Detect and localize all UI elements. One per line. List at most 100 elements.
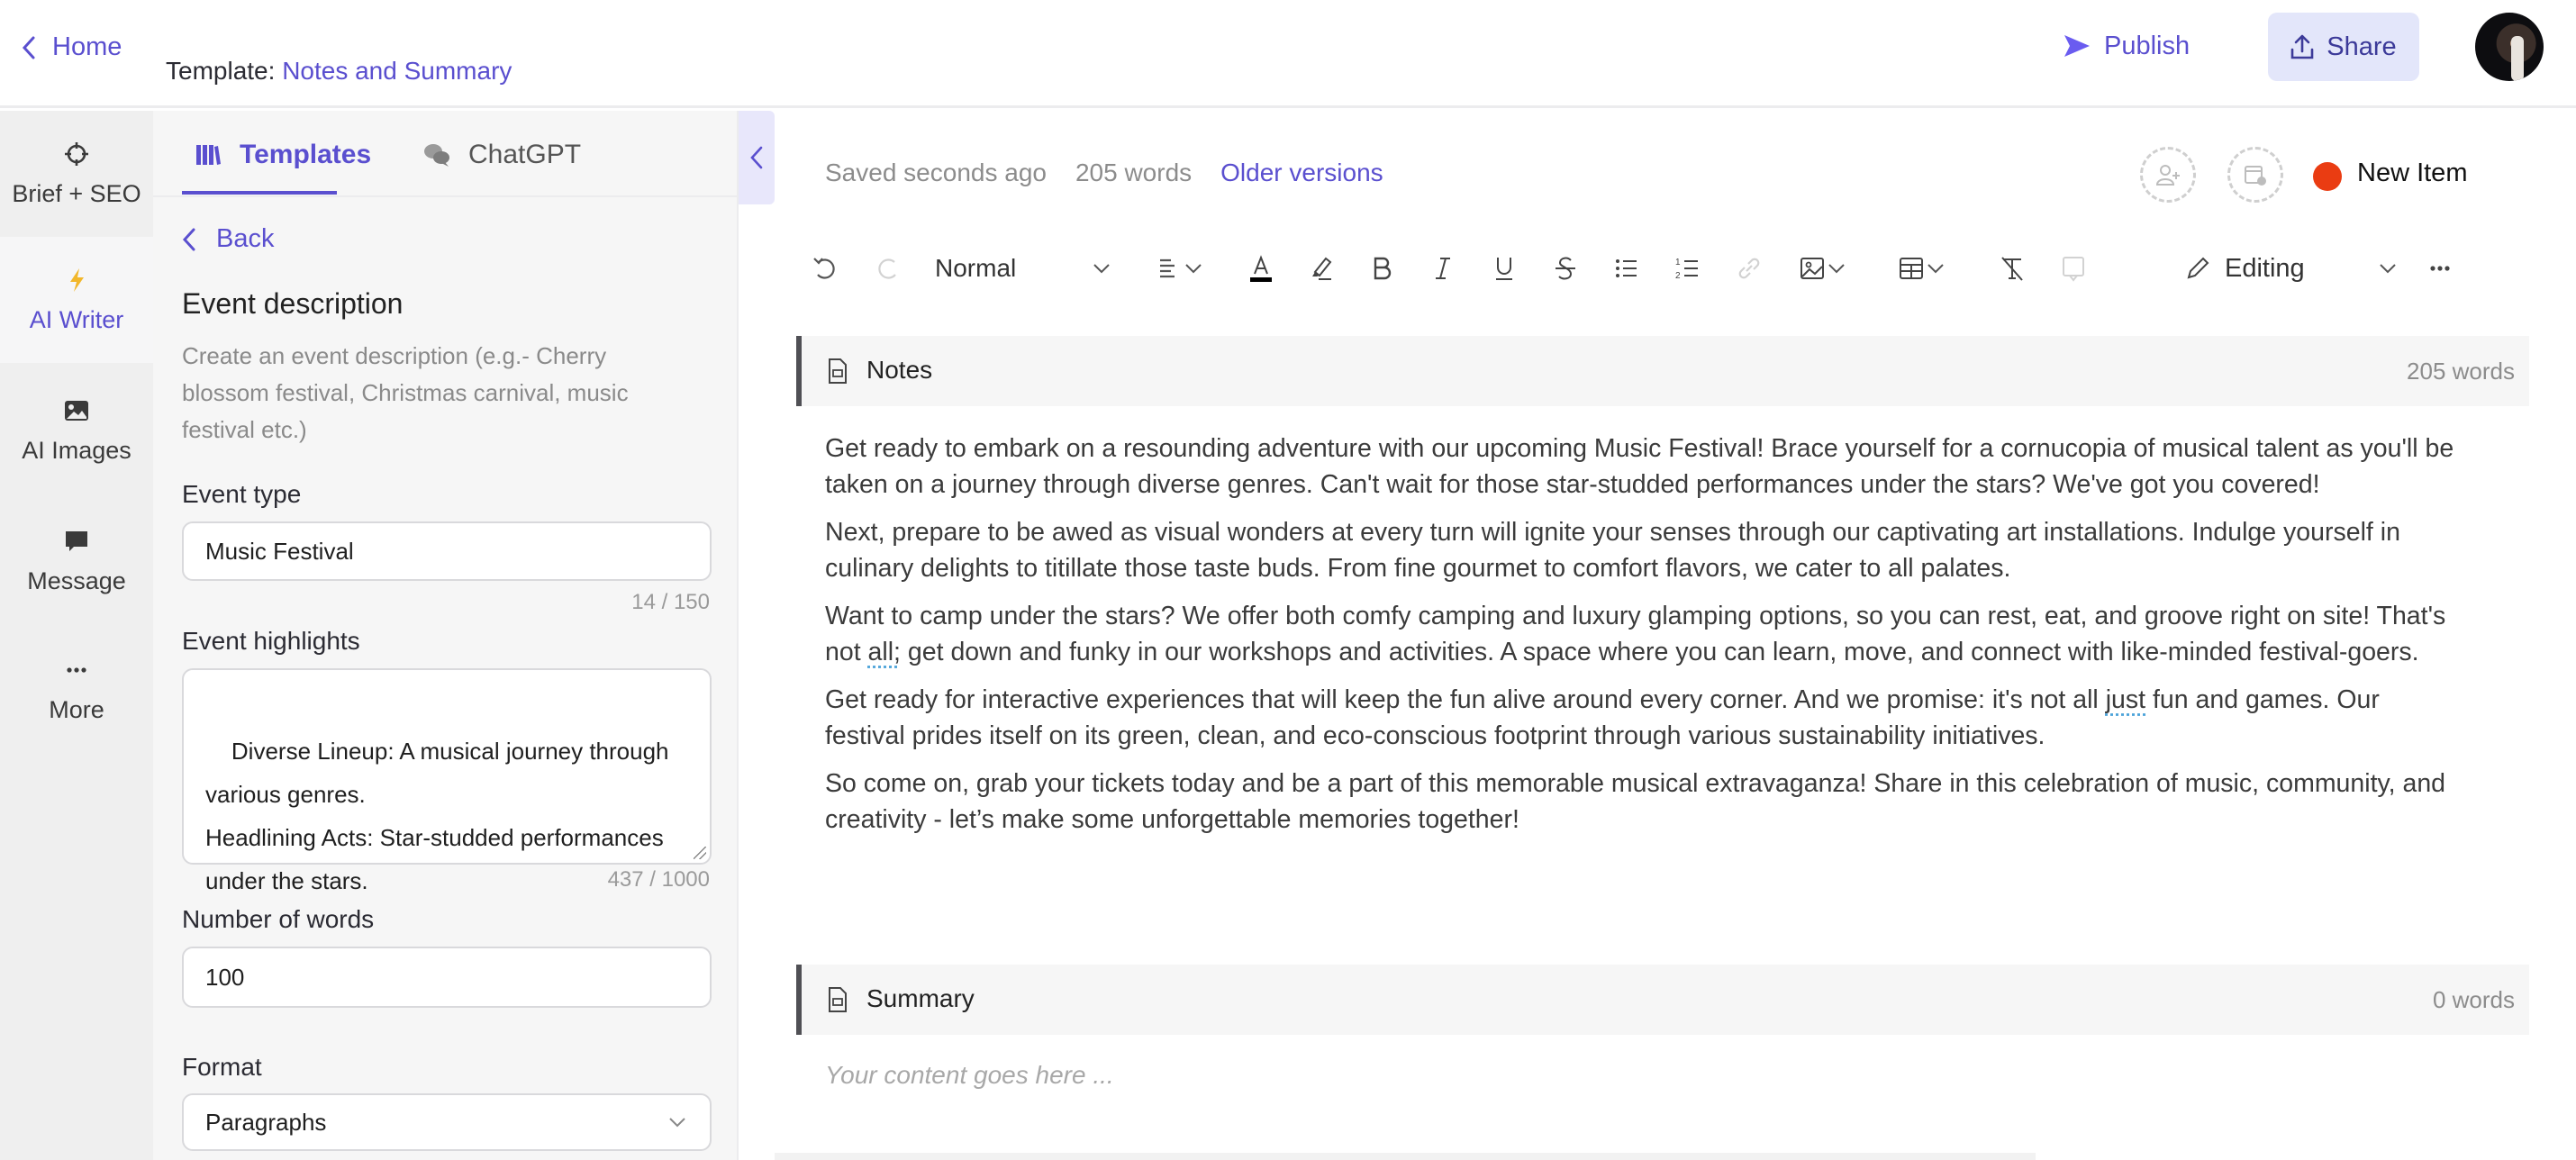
align-left-icon xyxy=(1160,258,1175,278)
rail-item-ai-images[interactable]: AI Images xyxy=(0,367,153,494)
assign-user-button[interactable] xyxy=(2140,147,2196,203)
italic-button[interactable] xyxy=(1425,250,1461,286)
calendar-add-icon xyxy=(2245,166,2266,186)
collapse-panel-button[interactable] xyxy=(739,111,775,204)
notes-content[interactable]: Get ready to embark on a resounding adve… xyxy=(825,430,2464,849)
redo-button[interactable] xyxy=(870,250,906,286)
panel-tabs: Templates ChatGPT xyxy=(153,111,739,197)
comment-button[interactable] xyxy=(2055,250,2091,286)
books-icon xyxy=(196,145,221,165)
undo-button[interactable] xyxy=(807,250,843,286)
numbered-list-button[interactable]: 12 xyxy=(1670,250,1706,286)
clear-formatting-button[interactable] xyxy=(1994,250,2030,286)
older-versions-link[interactable]: Older versions xyxy=(1220,159,1383,187)
comment-icon xyxy=(2063,257,2084,282)
align-button[interactable] xyxy=(1147,250,1211,286)
bold-button[interactable] xyxy=(1364,250,1400,286)
text-run: Get ready for interactive experiences th… xyxy=(825,685,2106,714)
link-icon xyxy=(1738,258,1760,279)
rail-item-message[interactable]: Message xyxy=(0,498,153,624)
chevron-left-icon xyxy=(22,36,35,59)
event-type-label: Event type xyxy=(182,480,302,508)
notes-paragraph: Next, prepare to be awed as visual wonde… xyxy=(825,518,2400,583)
tab-label: ChatGPT xyxy=(468,140,582,169)
image-icon xyxy=(1800,258,1824,279)
chevron-down-icon xyxy=(1093,264,1110,274)
notes-paragraph: Get ready to embark on a resounding adve… xyxy=(825,434,2454,499)
notes-paragraph: Want to camp under the stars? We offer b… xyxy=(825,598,2464,670)
active-tab-indicator xyxy=(182,191,337,195)
highlight-button[interactable] xyxy=(1302,250,1338,286)
event-highlights-textarea[interactable]: Diverse Lineup: A musical journey throug… xyxy=(182,668,712,894)
back-link[interactable]: Back xyxy=(182,224,274,254)
notes-paragraph: Get ready for interactive experiences th… xyxy=(825,682,2464,754)
event-highlights-value: Diverse Lineup: A musical journey throug… xyxy=(205,738,669,894)
chevron-left-icon xyxy=(750,146,763,169)
tab-chatgpt[interactable]: ChatGPT xyxy=(423,132,581,177)
notes-word-count: 205 words xyxy=(2407,358,2515,385)
user-avatar[interactable] xyxy=(2475,13,2544,81)
rail-item-brief-seo[interactable]: Brief + SEO xyxy=(0,111,153,237)
horizontal-scrollbar[interactable] xyxy=(775,1153,2036,1160)
summary-section-header[interactable]: Summary 0 words xyxy=(796,965,2529,1035)
table-icon xyxy=(1900,258,1923,279)
notes-section-header[interactable]: Notes 205 words xyxy=(796,336,2529,406)
add-user-icon xyxy=(2155,165,2180,186)
template-title: Template: Notes and Summary xyxy=(166,57,512,86)
link-button[interactable] xyxy=(1731,250,1767,286)
strikethrough-button[interactable] xyxy=(1547,250,1583,286)
summary-content-placeholder[interactable]: Your content goes here ... xyxy=(825,1061,1114,1090)
home-link[interactable]: Home xyxy=(20,32,122,62)
paragraph-style-dropdown[interactable] xyxy=(1088,250,1115,286)
rail-item-ai-writer[interactable]: AI Writer xyxy=(0,237,153,363)
rail-item-label: Message xyxy=(27,566,126,594)
publish-button[interactable]: Publish xyxy=(2063,25,2190,67)
redo-icon xyxy=(878,258,896,279)
send-icon xyxy=(2064,35,2090,57)
crosshair-icon xyxy=(65,141,88,166)
number-of-words-input[interactable]: 100 xyxy=(182,947,712,1008)
document-meta: Saved seconds ago 205 words Older versio… xyxy=(825,159,1383,187)
tab-templates[interactable]: Templates xyxy=(195,132,371,177)
text-color-icon xyxy=(1250,255,1272,282)
rail-item-label: AI Images xyxy=(22,436,132,464)
resize-handle[interactable] xyxy=(694,847,706,859)
upload-icon xyxy=(2290,34,2314,59)
numbered-list-icon: 12 xyxy=(1675,258,1698,281)
format-select[interactable]: Paragraphs xyxy=(182,1093,712,1151)
underline-button[interactable] xyxy=(1486,250,1522,286)
chevron-down-icon xyxy=(1185,264,1202,274)
undo-icon xyxy=(813,258,835,279)
notes-paragraph: So come on, grab your tickets today and … xyxy=(825,769,2446,834)
underline-icon xyxy=(1496,258,1512,280)
more-options-button[interactable] xyxy=(2425,250,2455,286)
home-label: Home xyxy=(52,32,122,61)
event-highlights-label: Event highlights xyxy=(182,627,360,655)
status-label[interactable]: New Item xyxy=(2357,159,2467,188)
pencil-icon xyxy=(2187,257,2209,279)
share-label: Share xyxy=(2327,32,2397,61)
bold-icon xyxy=(1374,257,1392,280)
notes-section-title: Notes xyxy=(866,356,933,384)
format-label: Format xyxy=(182,1053,262,1081)
back-label: Back xyxy=(216,224,275,253)
bullet-list-icon xyxy=(1616,259,1637,277)
text-color-button[interactable] xyxy=(1241,250,1281,286)
form-description: Create an event description (e.g.- Cherr… xyxy=(182,342,629,443)
grammar-flagged-word[interactable]: just xyxy=(2106,685,2145,714)
editing-mode-select[interactable]: Editing xyxy=(2183,250,2318,286)
document-icon xyxy=(829,987,847,1012)
event-type-input[interactable]: Music Festival xyxy=(182,521,712,581)
summary-word-count: 0 words xyxy=(2432,986,2515,1013)
tab-label: Templates xyxy=(240,140,372,169)
highlighter-icon xyxy=(1312,257,1332,280)
insert-image-button[interactable] xyxy=(1789,250,1855,286)
set-due-date-button[interactable] xyxy=(2227,147,2283,203)
grammar-flagged-word[interactable]: all; xyxy=(868,638,901,666)
rail-item-more[interactable]: More xyxy=(0,627,153,753)
editing-mode-dropdown[interactable] xyxy=(2374,250,2401,286)
bullet-list-button[interactable] xyxy=(1609,250,1645,286)
share-button[interactable]: Share xyxy=(2268,13,2419,81)
insert-table-button[interactable] xyxy=(1888,250,1955,286)
event-type-char-count: 14 / 150 xyxy=(631,590,710,614)
